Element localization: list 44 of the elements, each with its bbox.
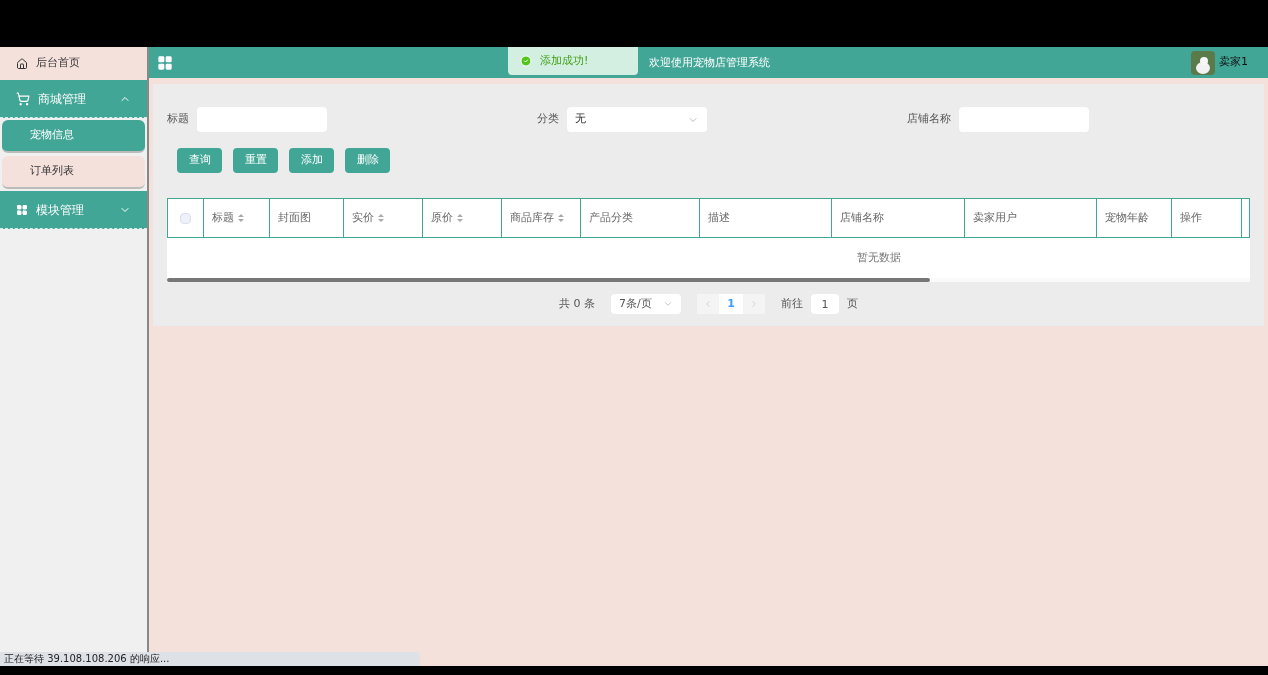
prev-page-button[interactable] — [697, 294, 719, 314]
success-icon — [520, 55, 532, 67]
page-suffix: 页 — [847, 295, 858, 312]
sidebar-item[interactable]: 后台首页 — [0, 47, 147, 80]
column-header: 卖家用户 — [965, 199, 1097, 237]
total-count: 共 0 条 — [559, 295, 595, 312]
chevron-left-icon — [703, 299, 713, 309]
column-header: 描述 — [700, 199, 832, 237]
chevron-down-icon — [663, 299, 673, 309]
sidebar-item[interactable]: 订单列表 — [2, 156, 145, 189]
filter-label: 店铺名称 — [907, 111, 951, 128]
grid-icon — [16, 203, 28, 216]
empty-text: 暂无数据 — [856, 249, 901, 266]
category-select[interactable]: 无 — [567, 107, 707, 132]
sort-icon — [558, 214, 564, 222]
column-header[interactable]: 原价 — [423, 199, 502, 237]
sort-icon — [457, 214, 463, 222]
column-header: 封面图 — [270, 199, 344, 237]
column-header: 店铺名称 — [832, 199, 965, 237]
checkbox[interactable] — [180, 212, 191, 224]
sort-icon — [238, 214, 244, 222]
goto-label: 前往 — [781, 295, 803, 312]
filter-label: 分类 — [537, 111, 559, 128]
chevron-right-icon — [749, 299, 759, 309]
column-header[interactable]: 实价 — [344, 199, 423, 237]
status-bar: 正在等待 39.108.108.206 的响应... — [0, 652, 420, 666]
column-header[interactable]: 标题 — [204, 199, 270, 237]
column-header: 操作 — [1172, 199, 1242, 237]
scrollbar[interactable] — [167, 278, 930, 282]
toast-message: 添加成功! — [540, 52, 589, 69]
column-header: 产品分类 — [581, 199, 700, 237]
page-input[interactable]: 1 — [811, 294, 839, 314]
column-header: 宠物年龄 — [1097, 199, 1172, 237]
column-header[interactable]: 商品库存 — [502, 199, 581, 237]
sort-icon — [378, 214, 384, 222]
home-icon — [16, 57, 28, 70]
filter-label: 标题 — [167, 111, 189, 128]
header-title: 欢迎使用宠物店管理系统 — [649, 55, 770, 71]
avatar — [1191, 50, 1215, 75]
user-name: 卖家1 — [1219, 54, 1248, 71]
next-page-button[interactable] — [743, 294, 765, 314]
page-size-select[interactable]: 7条/页 — [611, 294, 681, 314]
cart-icon — [16, 91, 30, 106]
menu-icon[interactable] — [157, 54, 173, 71]
